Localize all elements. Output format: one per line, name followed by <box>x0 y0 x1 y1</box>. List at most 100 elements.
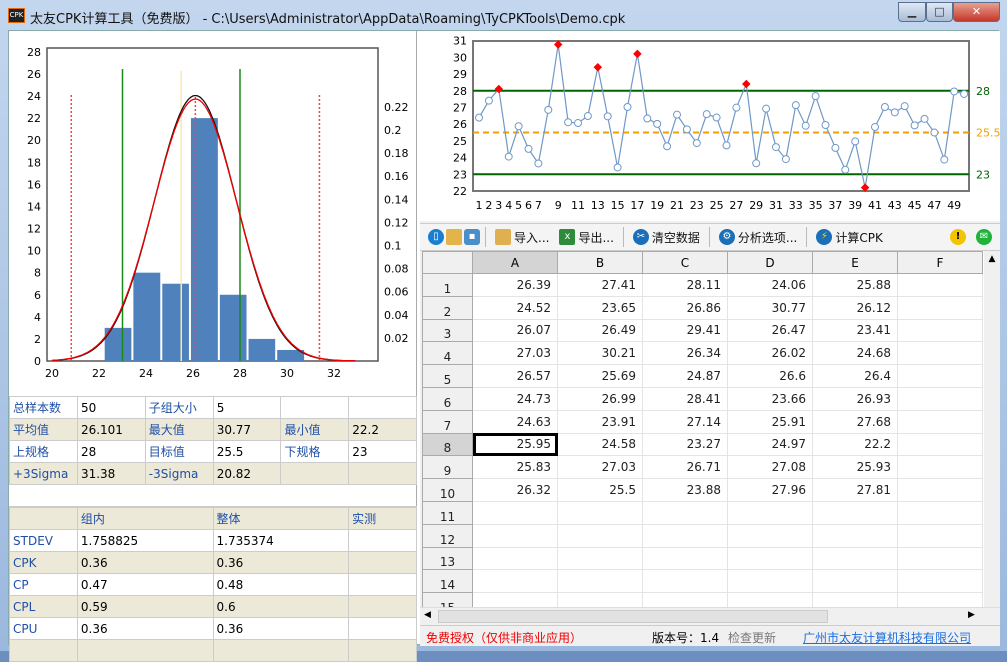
grid-cell[interactable] <box>727 523 813 548</box>
grid-cell[interactable] <box>472 592 558 607</box>
row-header[interactable]: 8 <box>422 432 473 457</box>
horizontal-scrollbar[interactable]: ◀ ▶ <box>420 607 1000 625</box>
grid-cell[interactable] <box>812 569 898 594</box>
grid-cell[interactable]: 23.66 <box>727 386 813 411</box>
scroll-left-arrow-icon[interactable]: ◀ <box>424 610 431 620</box>
grid-cell[interactable] <box>727 569 813 594</box>
check-update-link[interactable]: 检查更新 <box>728 629 776 646</box>
grid-cell[interactable] <box>897 295 983 320</box>
grid-cell[interactable]: 25.91 <box>727 409 813 434</box>
grid-cell[interactable]: 24.06 <box>727 273 813 297</box>
grid-cell[interactable] <box>897 273 983 297</box>
grid-cell[interactable] <box>897 569 983 594</box>
grid-cell[interactable] <box>812 546 898 571</box>
grid-cell[interactable] <box>897 455 983 480</box>
grid-cell[interactable]: 23.88 <box>642 478 728 502</box>
grid-cell[interactable] <box>557 592 643 607</box>
clear-data-button[interactable]: ✂ 清空数据 <box>629 225 704 249</box>
column-header-F[interactable]: F <box>897 251 983 274</box>
grid-cell[interactable] <box>727 546 813 571</box>
grid-cell[interactable]: 24.52 <box>472 295 558 320</box>
new-file-icon[interactable]: ▯ <box>428 229 444 245</box>
grid-cell[interactable]: 26.32 <box>472 478 558 502</box>
maximize-button[interactable]: □ <box>926 2 953 22</box>
grid-cell[interactable]: 28.41 <box>642 386 728 411</box>
grid-cell[interactable] <box>557 546 643 571</box>
row-header[interactable]: 6 <box>422 386 473 411</box>
column-header-C[interactable]: C <box>642 251 728 274</box>
grid-cell[interactable]: 30.21 <box>557 341 643 366</box>
grid-cell[interactable] <box>897 546 983 571</box>
grid-cell[interactable] <box>472 569 558 594</box>
grid-cell[interactable]: 26.02 <box>727 341 813 366</box>
selected-cell[interactable]: 25.95 <box>472 432 558 457</box>
grid-cell[interactable]: 25.88 <box>812 273 898 297</box>
company-link[interactable]: 广州市太友计算机科技有限公司 <box>803 629 971 646</box>
grid-cell[interactable] <box>557 569 643 594</box>
grid-cell[interactable]: 25.93 <box>812 455 898 480</box>
row-header[interactable]: 15 <box>422 592 473 607</box>
grid-cell[interactable] <box>642 592 728 607</box>
grid-cell[interactable] <box>557 500 643 525</box>
minimize-button[interactable]: ▁ <box>898 2 926 22</box>
grid-corner[interactable] <box>422 251 473 274</box>
export-button[interactable]: x 导出... <box>555 225 617 249</box>
vertical-scrollbar[interactable]: ▲ <box>984 251 1000 607</box>
calculate-cpk-button[interactable]: ⚡ 计算CPK <box>812 225 887 249</box>
grid-cell[interactable] <box>557 523 643 548</box>
grid-cell[interactable]: 27.14 <box>642 409 728 434</box>
grid-cell[interactable]: 26.47 <box>727 318 813 343</box>
row-header[interactable]: 12 <box>422 523 473 548</box>
grid-cell[interactable] <box>642 523 728 548</box>
grid-cell[interactable] <box>897 523 983 548</box>
grid-cell[interactable]: 26.34 <box>642 341 728 366</box>
grid-cell[interactable] <box>897 341 983 366</box>
row-header[interactable]: 2 <box>422 295 473 320</box>
grid-cell[interactable]: 27.08 <box>727 455 813 480</box>
import-button[interactable]: 导入... <box>491 225 553 249</box>
grid-cell[interactable] <box>897 364 983 388</box>
grid-cell[interactable] <box>897 478 983 502</box>
grid-cell[interactable]: 26.99 <box>557 386 643 411</box>
grid-cell[interactable]: 25.83 <box>472 455 558 480</box>
grid-cell[interactable]: 26.93 <box>812 386 898 411</box>
grid-cell[interactable]: 26.6 <box>727 364 813 388</box>
grid-cell[interactable]: 27.03 <box>472 341 558 366</box>
grid-cell[interactable] <box>897 592 983 607</box>
grid-cell[interactable]: 22.2 <box>812 432 898 457</box>
column-header-D[interactable]: D <box>727 251 813 274</box>
row-header[interactable]: 1 <box>422 273 473 297</box>
grid-cell[interactable] <box>897 432 983 457</box>
grid-cell[interactable] <box>642 569 728 594</box>
grid-cell[interactable]: 23.41 <box>812 318 898 343</box>
save-icon[interactable]: ▪ <box>464 229 480 245</box>
grid-cell[interactable]: 23.65 <box>557 295 643 320</box>
grid-cell[interactable] <box>897 409 983 434</box>
grid-cell[interactable]: 26.71 <box>642 455 728 480</box>
grid-cell[interactable]: 24.87 <box>642 364 728 388</box>
grid-cell[interactable]: 24.68 <box>812 341 898 366</box>
grid-cell[interactable]: 26.4 <box>812 364 898 388</box>
grid-cell[interactable] <box>727 592 813 607</box>
row-header[interactable]: 13 <box>422 546 473 571</box>
scroll-thumb[interactable] <box>438 610 828 623</box>
scroll-up-arrow-icon[interactable]: ▲ <box>984 251 1000 264</box>
data-grid[interactable]: A B C D E F 1 26.39 27.41 28.11 24.06 25.88 2 24.52 23… <box>422 251 984 607</box>
grid-cell[interactable]: 23.27 <box>642 432 728 457</box>
column-header-B[interactable]: B <box>557 251 643 274</box>
grid-cell[interactable] <box>642 546 728 571</box>
row-header[interactable]: 3 <box>422 318 473 343</box>
grid-cell[interactable]: 26.49 <box>557 318 643 343</box>
mail-icon[interactable]: ✉ <box>976 229 992 245</box>
row-header[interactable]: 9 <box>422 455 473 480</box>
grid-cell[interactable]: 27.81 <box>812 478 898 502</box>
grid-cell[interactable]: 24.73 <box>472 386 558 411</box>
grid-cell[interactable] <box>472 546 558 571</box>
grid-cell[interactable]: 26.86 <box>642 295 728 320</box>
grid-cell[interactable] <box>897 500 983 525</box>
grid-cell[interactable] <box>642 500 728 525</box>
column-header-E[interactable]: E <box>812 251 898 274</box>
open-folder-icon[interactable] <box>446 229 462 245</box>
grid-cell[interactable] <box>727 500 813 525</box>
grid-cell[interactable] <box>897 318 983 343</box>
